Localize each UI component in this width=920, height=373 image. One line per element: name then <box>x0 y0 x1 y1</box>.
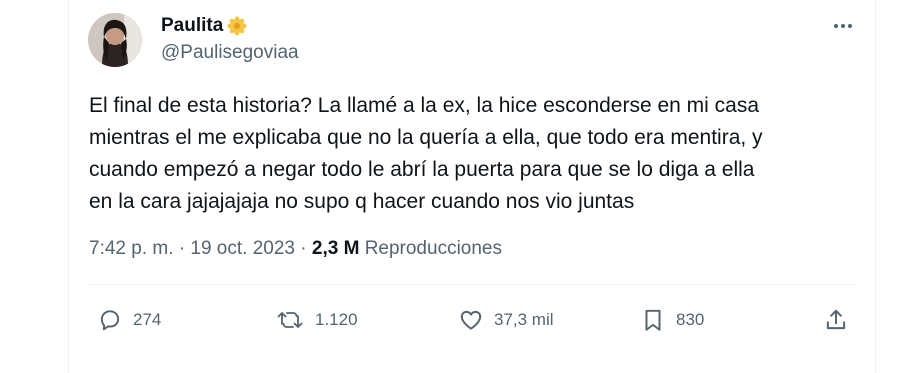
bookmark-count: 830 <box>676 310 705 329</box>
meta-separator: · <box>300 238 307 259</box>
like-button[interactable]: 37,3 mil <box>458 302 554 338</box>
views-label: Reproducciones <box>364 238 502 259</box>
tweet-line: mientras el me explicaba que no la querí… <box>89 126 763 149</box>
retweet-button[interactable]: 1.120 <box>275 302 358 338</box>
tweet-time[interactable]: 7:42 p. m. <box>89 238 174 259</box>
share-icon <box>823 307 849 333</box>
tweet-line: cuando empezó a negar todo le abrí la pu… <box>89 158 755 181</box>
author-name[interactable]: Paulita <box>161 15 223 37</box>
bookmark-button[interactable]: 830 <box>640 302 704 338</box>
tweet-text: El final de esta historia? La llamé a la… <box>89 90 859 218</box>
reply-icon <box>97 307 123 333</box>
tweet-line: en la cara jajajajaja no supo q hacer cu… <box>89 190 635 213</box>
tweet-card: Paulita @Paulisegoviaa El final de esta … <box>68 0 876 373</box>
share-button[interactable] <box>823 302 849 338</box>
like-count: 37,3 mil <box>494 310 554 329</box>
divider <box>89 284 855 285</box>
avatar[interactable] <box>88 13 142 67</box>
retweet-icon <box>275 307 305 333</box>
flower-icon <box>227 16 247 36</box>
tweet-date[interactable]: 19 oct. 2023 <box>190 238 295 259</box>
bookmark-icon <box>640 307 666 333</box>
reply-count: 274 <box>133 310 162 329</box>
tweet-meta: 7:42 p. m. · 19 oct. 2023 · 2,3 M Reprod… <box>89 238 502 260</box>
reply-button[interactable]: 274 <box>97 302 161 338</box>
author-handle[interactable]: @Paulisegoviaa <box>161 42 299 64</box>
heart-icon <box>458 307 484 333</box>
author-row: Paulita <box>161 15 247 37</box>
tweet-line: El final de esta historia? La llamé a la… <box>89 94 760 117</box>
action-bar: 274 1.120 37,3 mil 830 <box>69 302 875 338</box>
views-count: 2,3 M <box>311 238 360 259</box>
meta-separator: · <box>178 238 186 259</box>
more-icon[interactable] <box>831 18 855 34</box>
retweet-count: 1.120 <box>315 310 358 329</box>
